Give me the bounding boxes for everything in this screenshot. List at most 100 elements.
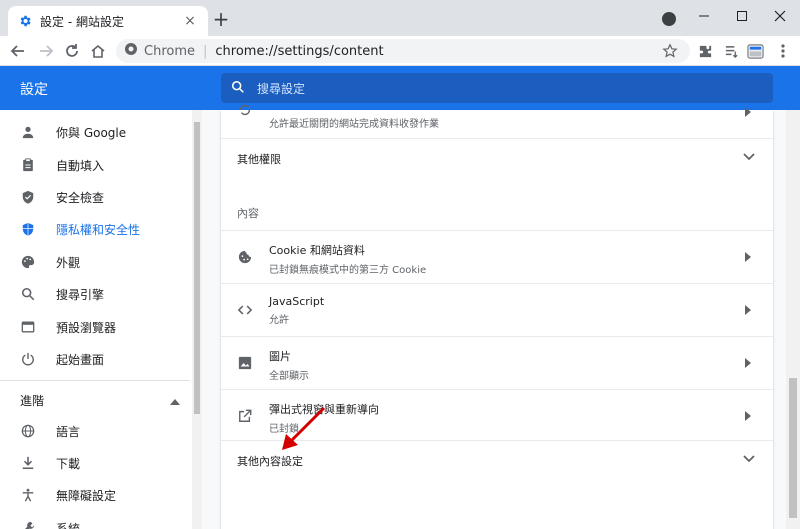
new-tab-button[interactable]: + (212, 9, 230, 29)
sidebar-divider (0, 380, 190, 381)
url-separator: | (203, 43, 208, 59)
javascript-title: JavaScript (269, 295, 325, 308)
sidebar-item-label: 搜尋引擎 (56, 287, 105, 302)
sidebar-item-label: 起始畫面 (56, 352, 105, 367)
more-content-settings-label: 其他內容設定 (237, 454, 303, 468)
globe-icon (20, 423, 36, 439)
bookmark-star-icon[interactable] (662, 43, 678, 63)
profile-avatar-icon[interactable] (746, 42, 764, 60)
sidebar-item-default-browser[interactable]: 預設瀏覽器 (0, 311, 190, 343)
open-in-new-icon (237, 408, 253, 424)
chevron-right-icon (745, 410, 751, 424)
forward-arrow-icon[interactable] (36, 41, 56, 61)
chevron-right-icon (745, 106, 751, 120)
settings-gear-icon (18, 14, 32, 28)
advanced-label: 進階 (20, 394, 45, 408)
sidebar-item-on-startup[interactable]: 起始畫面 (0, 343, 190, 375)
settings-sidebar: 你與 Google 自動填入 安全檢查 隱私權和安全性 外觀 搜尋引擎 預設瀏覽… (0, 110, 190, 529)
cookies-row[interactable]: Cookie 和網站資料 已封鎖無痕模式中的第三方 Cookie (221, 230, 773, 283)
sidebar-item-downloads[interactable]: 下載 (0, 447, 190, 479)
extensions-puzzle-icon[interactable] (696, 42, 714, 60)
power-icon (20, 351, 36, 367)
accessibility-icon (20, 487, 36, 503)
download-icon (20, 455, 36, 471)
sidebar-scrollbar[interactable] (192, 110, 202, 529)
close-tab-icon[interactable]: × (182, 13, 198, 29)
browser-window-icon (20, 319, 36, 335)
cookie-icon (237, 249, 253, 265)
media-queue-icon[interactable] (722, 42, 740, 60)
sidebar-item-label: 無障礙設定 (56, 488, 117, 503)
back-arrow-icon[interactable] (8, 41, 28, 61)
images-status: 全部顯示 (269, 371, 309, 382)
sidebar-scrollbar-thumb[interactable] (194, 122, 200, 414)
close-window-button[interactable] (770, 6, 790, 26)
sidebar-item-label: 預設瀏覽器 (56, 320, 117, 335)
sidebar-item-label: 安全檢查 (56, 190, 105, 205)
search-icon (20, 286, 36, 302)
maximize-button[interactable] (732, 6, 752, 26)
profile-icon[interactable] (662, 12, 676, 26)
cookies-title: Cookie 和網站資料 (269, 244, 365, 257)
caret-up-icon (170, 394, 180, 408)
clipboard-icon (20, 157, 36, 173)
title-bar: 設定 - 網站設定 × + (0, 0, 800, 36)
cookies-status: 已封鎖無痕模式中的第三方 Cookie (269, 265, 427, 276)
sidebar-item-label: 你與 Google (56, 125, 127, 140)
other-permissions-expander[interactable]: 其他權限 (221, 138, 773, 178)
javascript-row[interactable]: JavaScript 允許 (221, 283, 773, 336)
chevron-right-icon (745, 304, 751, 318)
minimize-button[interactable] (694, 6, 714, 26)
person-icon (20, 124, 36, 140)
chevron-right-icon (745, 251, 751, 265)
images-row[interactable]: 圖片 全部顯示 (221, 336, 773, 389)
url-text[interactable]: chrome://settings/content (215, 44, 383, 59)
content-scrollbar-thumb[interactable] (789, 378, 797, 518)
url-scheme-chip: Chrome (144, 43, 195, 59)
tab-title: 設定 - 網站設定 (40, 14, 124, 29)
page-title: 設定 (20, 82, 48, 98)
sidebar-item-search-engine[interactable]: 搜尋引擎 (0, 278, 190, 310)
chevron-right-icon (745, 357, 751, 371)
home-icon[interactable] (88, 41, 108, 61)
background-sync-row[interactable]: 允許最近關閉的網站完成資料收發作業 (221, 92, 773, 130)
sidebar-item-autofill[interactable]: 自動填入 (0, 149, 190, 181)
chevron-down-icon (743, 151, 755, 164)
sidebar-item-privacy-and-security[interactable]: 隱私權和安全性 (0, 213, 190, 245)
address-bar[interactable]: Chrome | chrome://settings/content (116, 39, 690, 63)
sidebar-item-languages[interactable]: 語言 (0, 415, 190, 447)
annotation-arrow (282, 406, 326, 450)
content-section-heading: 內容 (237, 207, 259, 220)
javascript-status: 允許 (269, 315, 289, 326)
sidebar-item-label: 語言 (56, 424, 81, 439)
sidebar-item-label: 系統 (56, 521, 81, 529)
chevron-down-icon (743, 453, 755, 466)
site-settings-card: 允許最近關閉的網站完成資料收發作業 其他權限 內容 Cookie 和網站資料 已… (221, 104, 773, 529)
palette-icon (20, 254, 36, 270)
sidebar-item-accessibility[interactable]: 無障礙設定 (0, 479, 190, 511)
sidebar-item-label: 自動填入 (56, 158, 105, 173)
code-brackets-icon (237, 302, 253, 318)
menu-more-icon[interactable] (774, 42, 792, 60)
background-sync-description: 允許最近關閉的網站完成資料收發作業 (269, 119, 439, 130)
sidebar-item-safety-check[interactable]: 安全檢查 (0, 181, 190, 213)
sidebar-item-you-and-google[interactable]: 你與 Google (0, 116, 190, 148)
wrench-icon (20, 520, 36, 529)
sidebar-item-label: 隱私權和安全性 (56, 222, 141, 237)
sidebar-item-system[interactable]: 系統 (0, 512, 190, 529)
shield-icon (20, 221, 36, 237)
browser-tab[interactable]: 設定 - 網站設定 × (8, 6, 208, 36)
sidebar-item-label: 外觀 (56, 255, 81, 270)
sidebar-item-appearance[interactable]: 外觀 (0, 246, 190, 278)
chrome-logo-icon (124, 42, 138, 60)
shield-check-icon (20, 189, 36, 205)
content-scrollbar[interactable] (786, 110, 800, 529)
images-title: 圖片 (269, 350, 291, 363)
sidebar-advanced-toggle[interactable]: 進階 (20, 392, 180, 409)
reload-icon[interactable] (62, 41, 82, 61)
sidebar-item-label: 下載 (56, 456, 81, 471)
browser-toolbar: Chrome | chrome://settings/content (0, 36, 800, 66)
other-permissions-label: 其他權限 (237, 152, 281, 166)
sync-icon (237, 102, 253, 118)
image-icon (237, 355, 253, 371)
